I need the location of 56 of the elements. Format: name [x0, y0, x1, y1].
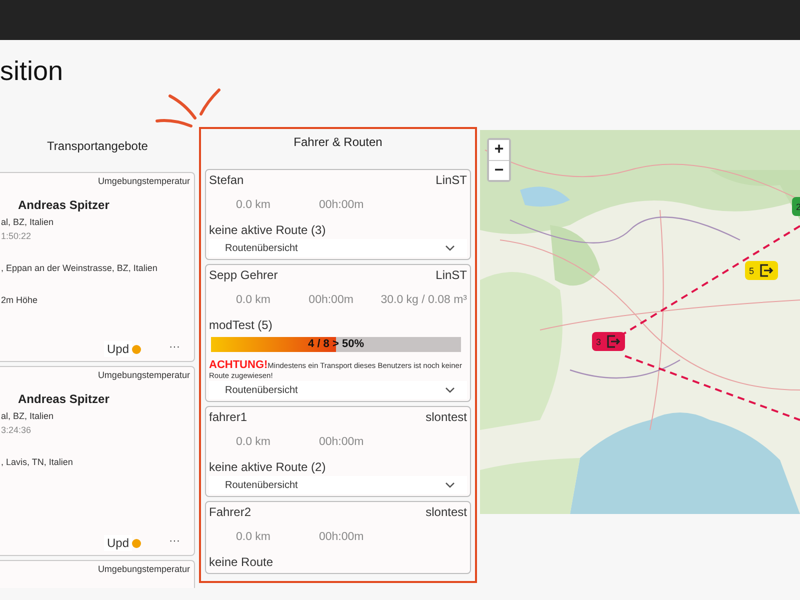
driver-name: Stefan [209, 173, 244, 187]
column-heading: Transportangebote [46, 138, 149, 155]
offer-card[interactable]: Umgebungstemperatur [0, 560, 195, 588]
address-text: , Eppan an der Weinstrasse, BZ, Italien [0, 263, 158, 273]
time-text: 1:50:22 [0, 231, 32, 241]
distance-text: 0.0 km [236, 530, 272, 544]
note-text: 2m Höhe [0, 295, 39, 305]
column-heading: Fahrer & Routen [292, 134, 384, 151]
update-label: Upd [104, 535, 132, 551]
driver-name: Sepp Gehrer [209, 268, 278, 282]
place-text: al, BZ, Italien [0, 411, 55, 421]
emphasis-strokes-drawing [155, 88, 223, 130]
route-dropdown[interactable]: Routenübersicht [209, 381, 467, 399]
place-text: al, BZ, Italien [0, 217, 55, 227]
route-dropdown[interactable]: Routenübersicht [209, 239, 467, 257]
time-text: 3:24:36 [0, 425, 32, 435]
duration-text: 00h:00m [319, 198, 365, 212]
tag-label: Umgebungstemperatur [96, 370, 190, 380]
duration-text: 00h:00m [319, 530, 365, 544]
chevron-down-icon [445, 387, 455, 393]
offer-card[interactable]: Umgebungstemperatur Andreas Spitzer al, BZ, Italien 1:50:22 , Eppan an der Weinstrasse, BZ, Italien 2m Höhe Upd ··· [0, 172, 195, 362]
info-icon [132, 538, 141, 548]
page-title: sition [0, 55, 64, 88]
map-marker[interactable]: 5 [745, 261, 778, 280]
route-dropdown[interactable]: Routenübersicht [209, 476, 467, 494]
route-name: keine aktive Route (2) [209, 460, 327, 476]
exit-icon [760, 264, 774, 277]
distance-text: 0.0 km [236, 435, 272, 449]
customer-name: Andreas Spitzer [17, 198, 110, 212]
chevron-down-icon [445, 245, 455, 251]
load-text: 30.0 kg / 0.08 m³ [380, 293, 467, 307]
address-text: , Lavis, TN, Italien [0, 457, 74, 467]
company-name: LinST [436, 268, 467, 282]
offer-card[interactable]: Umgebungstemperatur Andreas Spitzer al, BZ, Italien 3:24:36 , Lavis, TN, Italien Upd ··· [0, 366, 195, 556]
company-name: slontest [426, 505, 467, 519]
tag-label: Umgebungstemperatur [96, 176, 190, 186]
route-name: keine aktive Route (3) [209, 223, 327, 239]
distance-text: 0.0 km [236, 293, 272, 307]
duration-text: 00h:00m [319, 435, 365, 449]
driver-name: fahrer1 [209, 410, 248, 424]
duration-text: 00h:00m [308, 293, 354, 307]
more-button[interactable]: ··· [159, 535, 190, 551]
company-name: LinST [436, 173, 467, 187]
chevron-down-icon [445, 482, 455, 488]
route-name: keine Route [209, 555, 274, 571]
route-name: modTest (5) [209, 318, 274, 334]
driver-name: Fahrer2 [209, 505, 252, 519]
update-label: Upd [104, 341, 132, 357]
tag-label: Umgebungstemperatur [96, 564, 190, 574]
exit-icon [607, 335, 622, 348]
customer-name: Andreas Spitzer [17, 392, 110, 406]
info-icon [132, 344, 141, 354]
zoom-out-button[interactable]: − [489, 160, 509, 180]
distance-text: 0.0 km [236, 198, 272, 212]
company-name: slontest [426, 410, 467, 424]
more-button[interactable]: ··· [159, 341, 190, 357]
